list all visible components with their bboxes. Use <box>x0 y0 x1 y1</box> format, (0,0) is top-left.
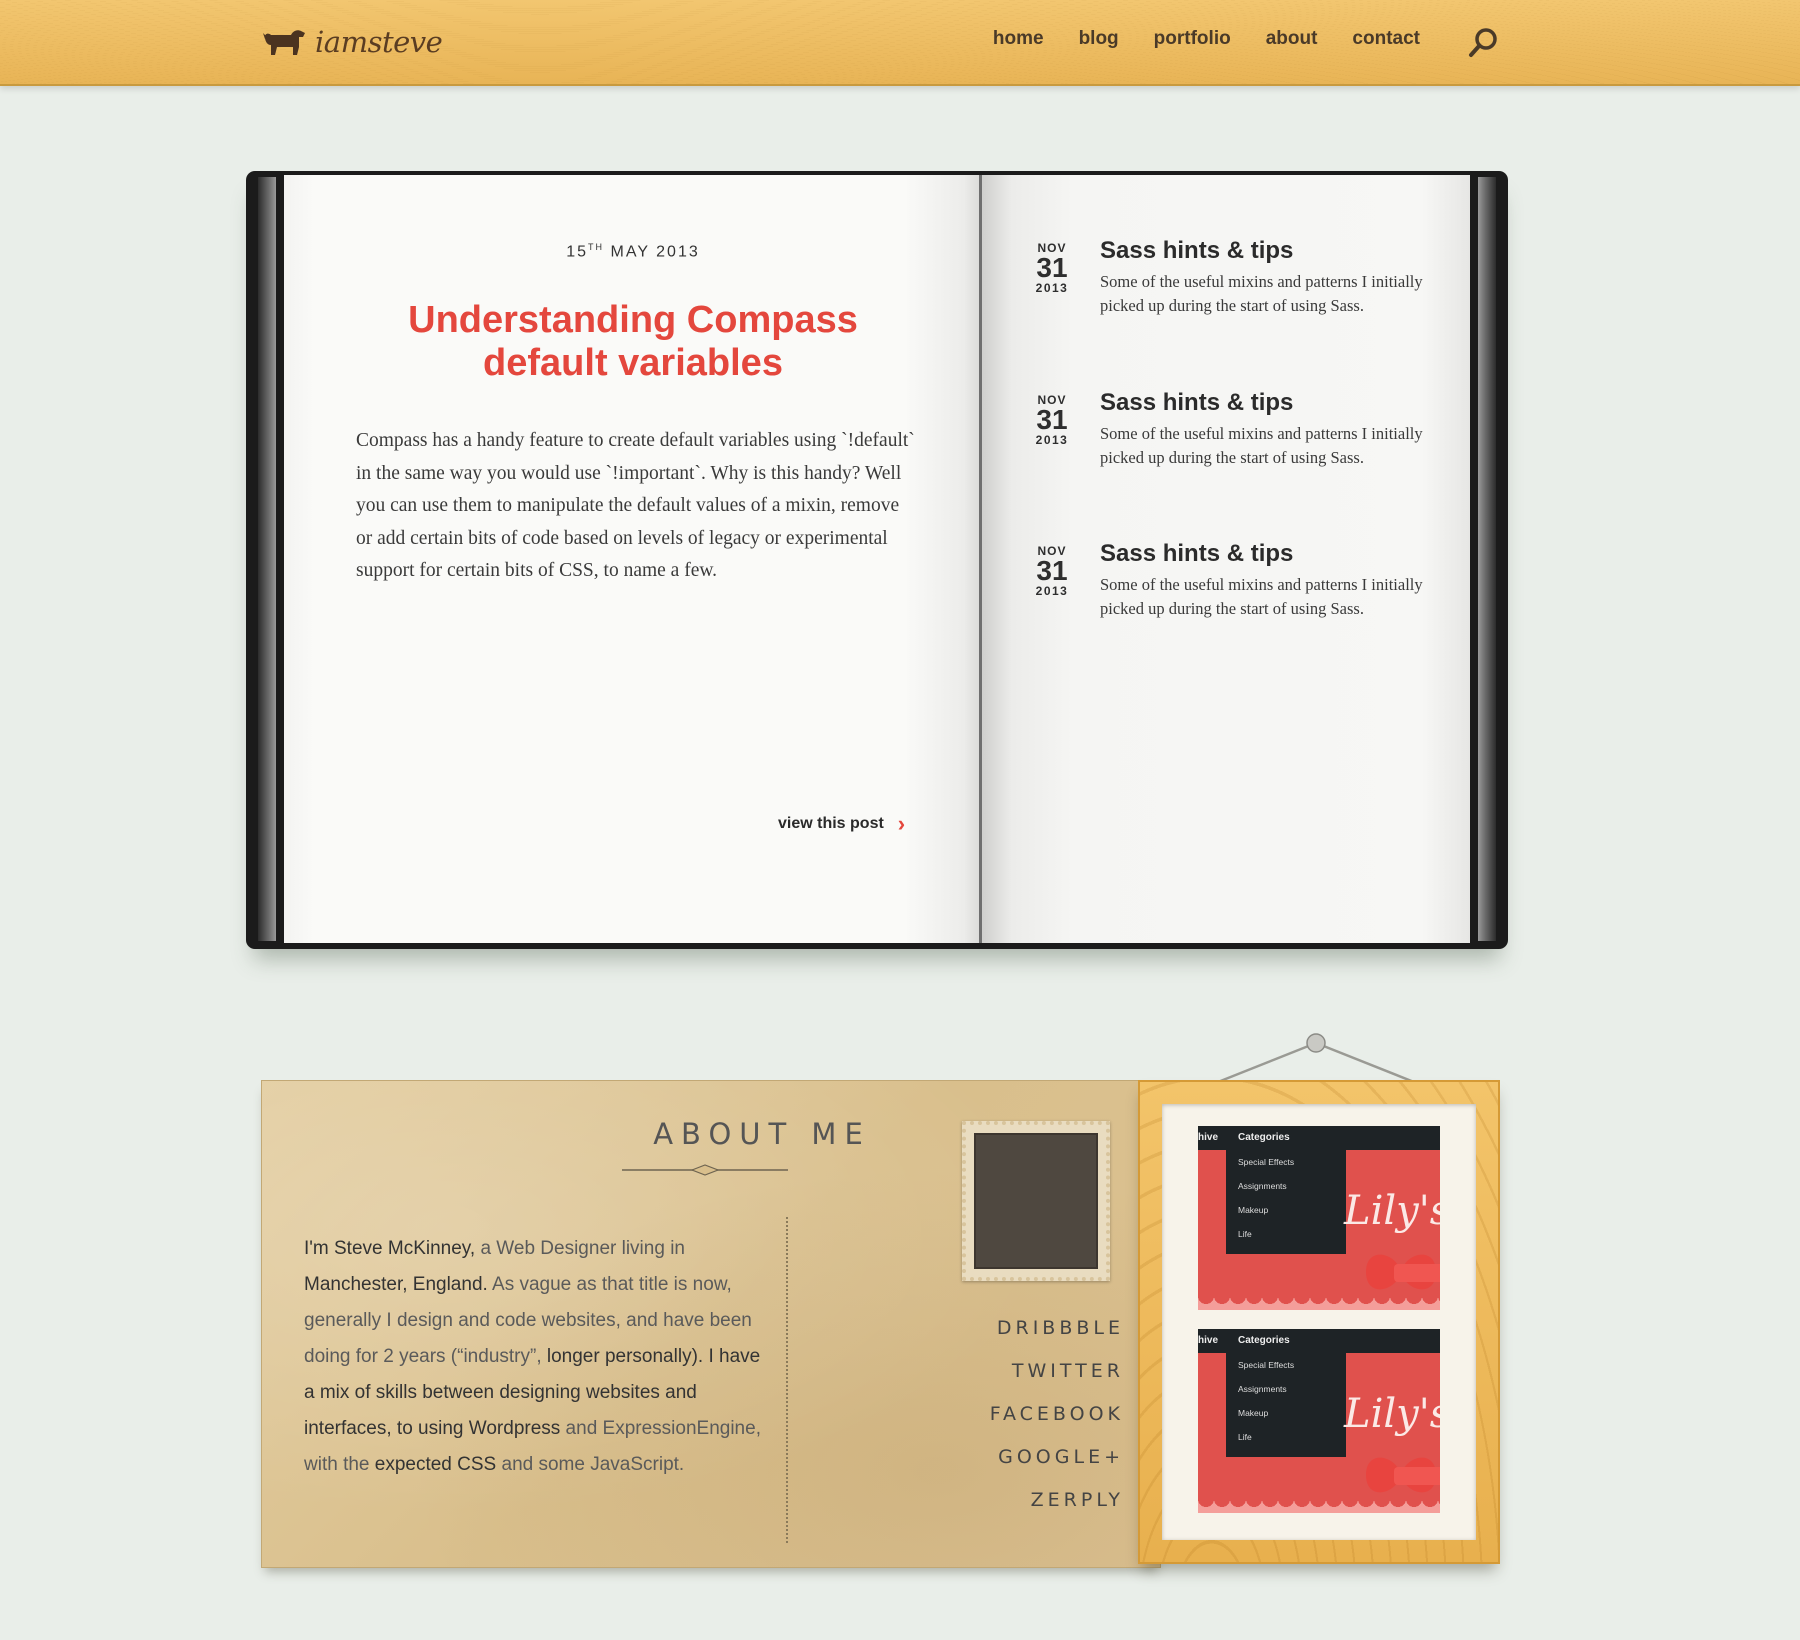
social-links: DRIBBBLE TWITTER FACEBOOK GOOGLE+ ZERPLY <box>990 1307 1124 1522</box>
book-page-left: 15TH MAY 2013 Understanding Compass defa… <box>284 175 982 943</box>
thumbnail-menu: Special Effects Assignments Makeup Life <box>1226 1150 1346 1254</box>
thumbnail-script: Lily's <box>1344 1391 1440 1437</box>
social-googleplus[interactable]: GOOGLE+ <box>990 1436 1124 1479</box>
recent-post[interactable]: NOV 31 2013 Sass hints & tips Some of th… <box>982 237 1470 362</box>
social-zerply[interactable]: ZERPLY <box>990 1479 1124 1522</box>
post-date: 15TH MAY 2013 <box>566 242 700 261</box>
search-icon[interactable] <box>1466 26 1500 60</box>
recent-post-excerpt: Some of the useful mixins and patterns I… <box>1100 272 1423 315</box>
nav-home[interactable]: home <box>993 28 1044 50</box>
logo-text: iamsteve <box>315 25 443 59</box>
stamp-image <box>974 1133 1098 1269</box>
recent-post-date: NOV 31 2013 <box>1035 241 1069 295</box>
recent-post-date: NOV 31 2013 <box>1035 393 1069 447</box>
portfolio-thumbnail[interactable]: hive Categories Special Effects Assignme… <box>1198 1329 1440 1513</box>
view-post-link[interactable]: view this post › <box>778 811 906 836</box>
thumbnail-script: Lily's <box>1344 1188 1440 1234</box>
bow-icon <box>1366 1254 1440 1290</box>
recent-post-title[interactable]: Sass hints & tips <box>1100 389 1293 417</box>
book-cover-edge-right <box>1478 177 1496 941</box>
about-postcard: ABOUT ME I'm Steve McKinney, a Web Desig… <box>261 1080 1161 1568</box>
nav-portfolio[interactable]: portfolio <box>1154 28 1231 50</box>
nav-about[interactable]: about <box>1266 28 1318 50</box>
view-post-label: view this post <box>778 815 884 832</box>
postcard-divider <box>786 1217 788 1543</box>
nav-blog[interactable]: blog <box>1079 28 1119 50</box>
social-twitter[interactable]: TWITTER <box>990 1350 1124 1393</box>
chevron-right-icon: › <box>897 811 906 836</box>
dog-logo-icon <box>263 30 305 55</box>
recent-post-excerpt: Some of the useful mixins and patterns I… <box>1100 575 1423 618</box>
thumbnail-wave <box>1198 1296 1440 1310</box>
social-dribbble[interactable]: DRIBBBLE <box>990 1307 1124 1350</box>
recent-post-title[interactable]: Sass hints & tips <box>1100 540 1293 568</box>
about-text: I'm Steve McKinney, a Web Designer livin… <box>304 1238 761 1475</box>
portfolio-thumbnail[interactable]: hive Categories Special Effects Assignme… <box>1198 1126 1440 1310</box>
nav-contact[interactable]: contact <box>1352 28 1420 50</box>
about-title: ABOUT ME <box>653 1117 871 1151</box>
frame-mat: hive Categories Special Effects Assignme… <box>1162 1104 1476 1540</box>
logo[interactable]: iamsteve <box>261 22 443 62</box>
featured-book: 15TH MAY 2013 Understanding Compass defa… <box>246 171 1508 949</box>
bow-icon <box>1366 1457 1440 1493</box>
thumbnail-menu: Special Effects Assignments Makeup Life <box>1226 1353 1346 1457</box>
ornament-divider-icon <box>622 1164 788 1176</box>
thumbnail-wave <box>1198 1499 1440 1513</box>
recent-post-excerpt: Some of the useful mixins and patterns I… <box>1100 424 1423 467</box>
social-facebook[interactable]: FACEBOOK <box>990 1393 1124 1436</box>
thumbnail-topbar: hive Categories <box>1198 1126 1440 1150</box>
recent-post-title[interactable]: Sass hints & tips <box>1100 237 1293 265</box>
post-title[interactable]: Understanding Compass default variables <box>374 299 892 385</box>
recent-post[interactable]: NOV 31 2013 Sass hints & tips Some of th… <box>982 540 1470 665</box>
book-cover-edge-left <box>258 177 276 941</box>
portfolio-frame[interactable]: hive Categories Special Effects Assignme… <box>1138 1080 1500 1564</box>
post-excerpt: Compass has a handy feature to create de… <box>356 430 915 581</box>
recent-post-date: NOV 31 2013 <box>1035 544 1069 598</box>
postage-stamp <box>962 1121 1110 1281</box>
recent-post[interactable]: NOV 31 2013 Sass hints & tips Some of th… <box>982 389 1470 514</box>
main-nav: home blog portfolio about contact <box>958 28 1420 50</box>
thumbnail-topbar: hive Categories <box>1198 1329 1440 1353</box>
book-page-right: NOV 31 2013 Sass hints & tips Some of th… <box>982 175 1470 943</box>
site-header: iamsteve home blog portfolio about conta… <box>0 0 1800 86</box>
